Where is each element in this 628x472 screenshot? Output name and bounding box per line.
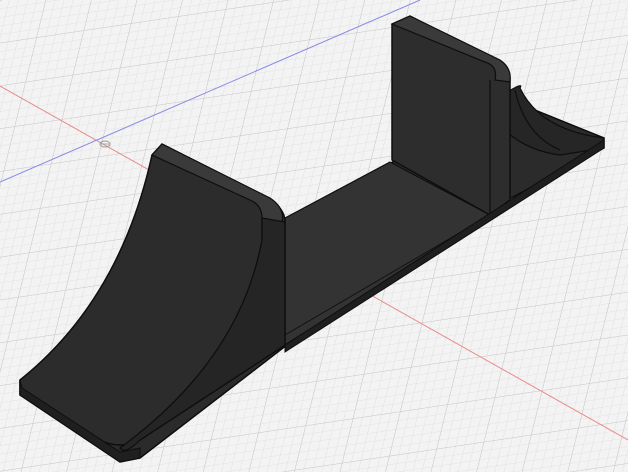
3d-viewport[interactable] [0, 0, 628, 472]
